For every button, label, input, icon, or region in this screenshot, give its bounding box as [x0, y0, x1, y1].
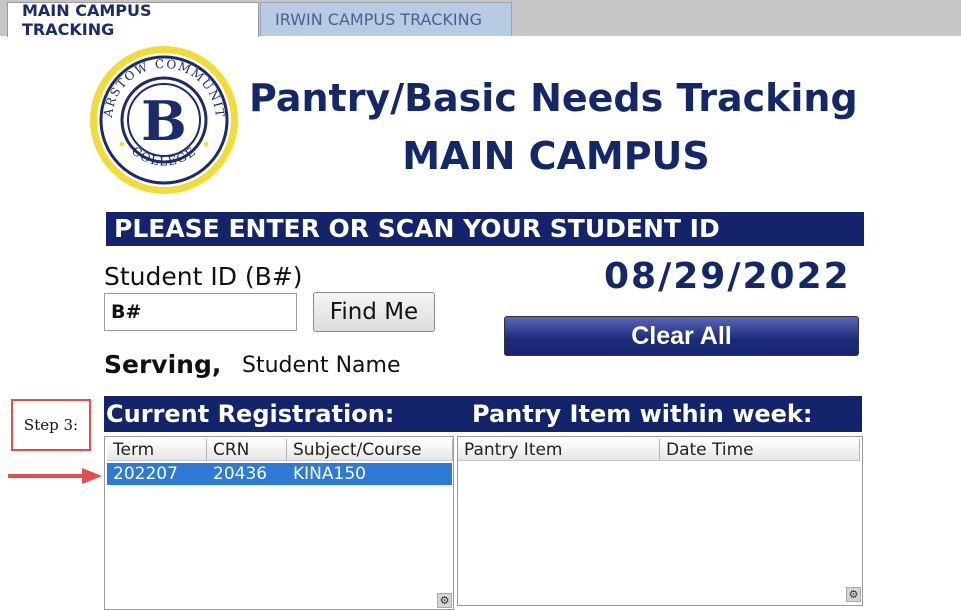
gear-icon[interactable]: ⚙ — [437, 593, 452, 608]
college-logo: BARSTOW COMMUNITY COLLEGE B — [88, 44, 238, 194]
cell-term: 202207 — [113, 464, 178, 484]
current-registration-heading: Current Registration: — [106, 400, 395, 428]
student-name: Student Name — [242, 353, 401, 378]
page-title: Pantry/Basic Needs Tracking — [249, 76, 858, 120]
cell-course: KINA150 — [293, 464, 366, 484]
tab-bar: MAIN CAMPUS TRACKING IRWIN CAMPUS TRACKI… — [0, 0, 961, 39]
column-header-date-time[interactable]: Date Time — [660, 439, 860, 461]
instruction-banner: PLEASE ENTER OR SCAN YOUR STUDENT ID — [106, 212, 864, 246]
student-id-input[interactable] — [104, 293, 297, 331]
step-annotation-label: Step 3: — [23, 416, 79, 434]
section-header-bar: Current Registration: Pantry Item within… — [104, 396, 862, 432]
svg-text:B: B — [141, 89, 187, 153]
gear-icon[interactable]: ⚙ — [846, 587, 861, 602]
column-header-subject-course[interactable]: Subject/Course — [287, 439, 453, 461]
red-arrow-icon — [8, 468, 102, 484]
student-id-label: Student ID (B#) — [104, 262, 303, 291]
column-header-pantry-item[interactable]: Pantry Item — [458, 439, 660, 461]
serving-label: Serving, — [104, 350, 222, 379]
column-header-term[interactable]: Term — [107, 439, 207, 461]
pantry-items-heading: Pantry Item within week: — [472, 400, 813, 428]
pantry-items-table: Pantry Item Date Time ⚙ — [457, 436, 863, 606]
tab-irwin-campus-tracking[interactable]: IRWIN CAMPUS TRACKING — [260, 2, 512, 36]
tab-main-campus-tracking[interactable]: MAIN CAMPUS TRACKING — [7, 1, 259, 39]
cell-crn: 20436 — [213, 464, 268, 484]
registration-table: Term CRN Subject/Course 202207 20436 KIN… — [104, 436, 454, 610]
current-date: 08/29/2022 — [604, 256, 851, 297]
step-annotation: Step 3: — [11, 399, 91, 451]
find-me-button[interactable]: Find Me — [313, 292, 435, 332]
clear-all-button[interactable]: Clear All — [504, 316, 859, 356]
column-header-crn[interactable]: CRN — [207, 439, 287, 461]
page-subtitle: MAIN CAMPUS — [402, 134, 710, 178]
table-row[interactable]: 202207 20436 KINA150 — [107, 463, 452, 485]
